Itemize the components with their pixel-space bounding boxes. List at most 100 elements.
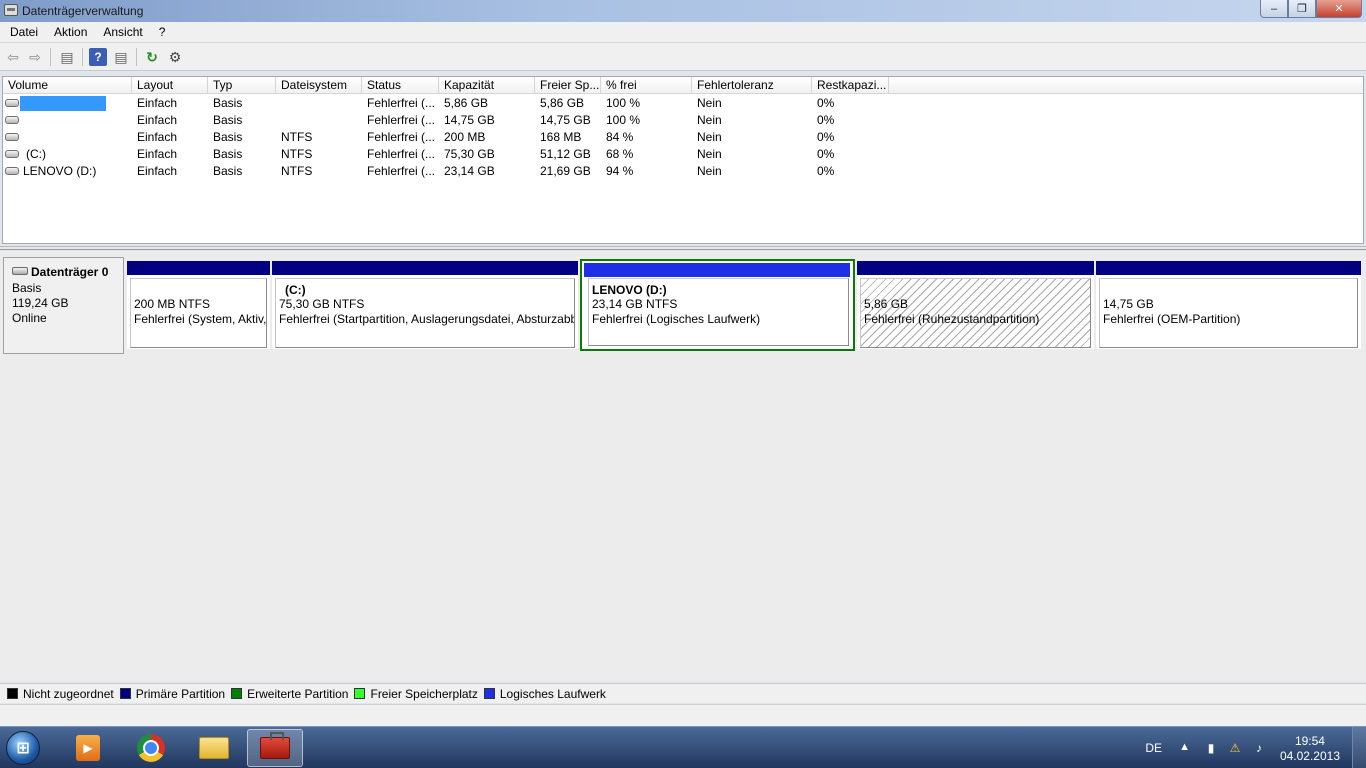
taskbar-media-player[interactable]: ▶ xyxy=(60,729,116,767)
partition-type-bar xyxy=(584,263,850,277)
close-button[interactable]: ✕ xyxy=(1316,0,1362,18)
column-header-kapazitaet[interactable]: Kapazität xyxy=(439,77,535,94)
show-hidden-icons-icon[interactable]: ▲ xyxy=(1179,741,1190,753)
volume-row[interactable]: (C:) Einfach Basis NTFS Fehlerfrei (... … xyxy=(3,146,1363,163)
clock-time: 19:54 xyxy=(1294,734,1325,748)
legend-item: Primäre Partition xyxy=(119,687,225,701)
rescan-disks-icon[interactable]: ⚙ xyxy=(166,48,184,66)
cell-dateisystem xyxy=(276,95,362,112)
cell-volume xyxy=(21,95,132,112)
forward-arrow-icon[interactable]: ⇨ xyxy=(26,48,44,66)
graphical-disk-view: Datenträger 0 Basis 119,24 GB Online 200… xyxy=(0,251,1366,681)
partition-status: Fehlerfrei (Ruhezustandpartition) xyxy=(864,312,1040,326)
volume-row[interactable]: Einfach Basis Fehlerfrei (... 14,75 GB 1… xyxy=(3,112,1363,129)
cell-layout: Einfach xyxy=(137,147,178,161)
column-header-status[interactable]: Status xyxy=(362,77,439,94)
partition-size: 200 MB NTFS xyxy=(134,297,211,311)
cell-freier-speicher: 21,69 GB xyxy=(540,164,591,178)
column-header-dateisystem[interactable]: Dateisystem xyxy=(276,77,362,94)
partition-hibernation[interactable]: 5,86 GB Fehlerfrei (Ruhezustandpartition… xyxy=(857,261,1094,349)
cell-prozent-frei: 94 % xyxy=(606,164,634,178)
column-header-volume[interactable]: Volume xyxy=(3,77,132,94)
legend-swatch xyxy=(354,688,366,699)
battery-icon[interactable]: ▮ xyxy=(1204,741,1218,755)
volume-row[interactable]: Einfach Basis NTFS Fehlerfrei (... 200 M… xyxy=(3,129,1363,146)
taskbar-chrome[interactable] xyxy=(123,729,179,767)
drive-icon xyxy=(5,167,19,175)
partition-oem[interactable]: 14,75 GB Fehlerfrei (OEM-Partition) xyxy=(1096,261,1361,349)
menu-bar: Datei Aktion Ansicht ? xyxy=(0,22,1366,43)
clock[interactable]: 19:54 04.02.2013 xyxy=(1280,734,1340,764)
volume-muted-icon[interactable]: ♪ xyxy=(1252,741,1266,755)
menu-help[interactable]: ? xyxy=(151,22,174,43)
cell-dateisystem: NTFS xyxy=(281,164,313,178)
taskbar-explorer[interactable] xyxy=(186,729,242,767)
legend-swatch xyxy=(119,688,131,699)
toolbar-separator xyxy=(136,48,137,66)
disk-type: Basis xyxy=(12,281,42,295)
pane-splitter[interactable] xyxy=(0,246,1366,250)
cell-status: Fehlerfrei (... xyxy=(367,130,436,144)
cell-fehlertoleranz: Nein xyxy=(697,96,722,110)
partition-name: (C:) xyxy=(285,283,306,297)
legend-item: Erweiterte Partition xyxy=(231,687,348,701)
legend-swatch xyxy=(483,688,495,699)
start-button[interactable]: ⊞ xyxy=(6,731,40,765)
cell-freier-speicher: 168 MB xyxy=(540,130,582,144)
cell-prozent-frei: 100 % xyxy=(606,96,641,110)
chrome-icon xyxy=(137,734,165,762)
column-header-fehlertoleranz[interactable]: Fehlertoleranz xyxy=(692,77,812,94)
partition-size: 23,14 GB NTFS xyxy=(592,297,678,311)
column-header-freier-speicher[interactable]: Freier Sp... xyxy=(535,77,601,94)
cell-restkapazitaet: 0% xyxy=(817,164,835,178)
properties-icon[interactable]: ▤ xyxy=(112,48,130,66)
partition-system-reserved[interactable]: 200 MB NTFS Fehlerfrei (System, Aktiv, xyxy=(127,261,270,349)
partition-c[interactable]: (C:) 75,30 GB NTFS Fehlerfrei (Startpart… xyxy=(272,261,578,349)
show-desktop-button[interactable] xyxy=(1352,727,1366,768)
column-header-prozent-frei[interactable]: % frei xyxy=(601,77,692,94)
taskbar-computer-management[interactable] xyxy=(247,729,303,767)
cell-typ: Basis xyxy=(213,96,243,110)
menu-ansicht[interactable]: Ansicht xyxy=(95,22,150,43)
media-player-icon: ▶ xyxy=(76,735,100,761)
column-header-typ[interactable]: Typ xyxy=(208,77,276,94)
help-icon[interactable]: ? xyxy=(89,48,107,66)
cell-kapazitaet: 5,86 GB xyxy=(444,96,489,110)
back-arrow-icon[interactable]: ⇦ xyxy=(4,48,22,66)
column-header-layout[interactable]: Layout xyxy=(132,77,208,94)
partition-size: 75,30 GB NTFS xyxy=(279,297,365,311)
volume-row[interactable]: LENOVO (D:) Einfach Basis NTFS Fehlerfre… xyxy=(3,163,1363,180)
disk-name: Datenträger 0 xyxy=(31,265,109,279)
disk-0-panel[interactable]: Datenträger 0 Basis 119,24 GB Online xyxy=(3,257,124,354)
partition-status: Fehlerfrei (Logisches Laufwerk) xyxy=(592,312,761,326)
legend-item: Logisches Laufwerk xyxy=(483,687,606,701)
volume-row[interactable]: Einfach Basis Fehlerfrei (... 5,86 GB 5,… xyxy=(3,95,1363,112)
disk-management-icon xyxy=(4,4,18,16)
refresh-icon[interactable]: ↻ xyxy=(143,48,161,66)
status-bar xyxy=(0,704,1366,726)
cell-restkapazitaet: 0% xyxy=(817,130,835,144)
partition-type-bar xyxy=(1096,261,1361,275)
menu-aktion[interactable]: Aktion xyxy=(46,22,95,43)
partition-name: LENOVO (D:) xyxy=(592,283,667,297)
window-title: Datenträgerverwaltung xyxy=(22,4,144,18)
language-indicator[interactable]: DE xyxy=(1145,741,1162,755)
console-tree-icon[interactable]: ▤ xyxy=(58,48,76,66)
column-header-restkapazitaet[interactable]: Restkapazi... xyxy=(812,77,889,94)
volume-list[interactable]: Volume Layout Typ Dateisystem Status Kap… xyxy=(2,76,1364,244)
minimize-button[interactable]: – xyxy=(1260,0,1288,18)
partition-lenovo-d[interactable]: LENOVO (D:) 23,14 GB NTFS Fehlerfrei (Lo… xyxy=(580,259,855,351)
cell-layout: Einfach xyxy=(137,96,178,110)
maximize-button[interactable]: ❐ xyxy=(1288,0,1316,18)
cell-dateisystem: NTFS xyxy=(281,130,313,144)
cell-volume: LENOVO (D:) xyxy=(23,164,97,178)
folder-icon xyxy=(199,737,229,759)
cell-restkapazitaet: 0% xyxy=(817,147,835,161)
action-center-icon[interactable]: ⚠ xyxy=(1228,741,1242,755)
cell-dateisystem: NTFS xyxy=(281,147,313,161)
cell-typ: Basis xyxy=(213,164,243,178)
menu-datei[interactable]: Datei xyxy=(0,22,46,43)
disk-status: Online xyxy=(12,311,47,325)
cell-kapazitaet: 75,30 GB xyxy=(444,147,495,161)
legend-swatch xyxy=(7,688,18,699)
